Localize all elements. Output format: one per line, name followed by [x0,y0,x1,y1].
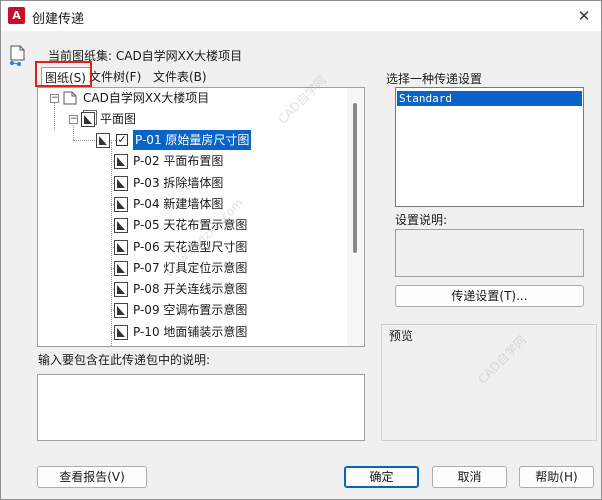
cancel-button[interactable]: 取消 [432,466,507,488]
sheet-icon [114,324,128,340]
sheet-set-icon [63,91,77,105]
tab-file-table[interactable]: 文件表(B) [153,67,207,88]
collapse-icon[interactable]: − [50,94,59,103]
sheet-row[interactable]: P-03 拆除墙体图 [38,173,348,194]
setup-description-label: 设置说明: [395,213,448,227]
sheet-label: P-08 开关连线示意图 [133,282,248,297]
sheet-icon [114,282,128,298]
tree-scrollbar[interactable] [347,88,364,346]
sheet-icon [114,303,128,319]
sheet-row[interactable]: P-07 灯具定位示意图 [38,258,348,279]
view-report-button[interactable]: 查看报告(V) [37,466,147,488]
transmittal-setups-button[interactable]: 传递设置(T)... [395,285,584,307]
dialog-title: 创建传递 [32,12,85,27]
sheet-icon [114,260,128,276]
sheet-icon [114,154,128,170]
scrollbar-thumb[interactable] [353,103,357,253]
sheet-label: P-01 原始量房尺寸图 [133,130,252,150]
transmittal-setup-label: 选择一种传递设置 [386,72,483,86]
sheet-row[interactable]: ✓ P-01 原始量房尺寸图 [38,130,348,151]
sheet-checkbox[interactable]: ✓ [116,134,128,146]
sheet-label: P-03 拆除墙体图 [133,175,224,190]
sheet-label: P-04 新建墙体图 [133,196,224,211]
sheet-label: P-06 天花造型尺寸图 [133,239,248,254]
subset-icon [81,112,95,127]
tree-group-label: 平面图 [100,112,137,126]
description-label: 输入要包含在此传递包中的说明: [38,353,211,367]
sheet-icon [114,175,128,191]
autocad-logo-icon: A [8,7,25,24]
sheet-label: P-02 平面布置图 [133,154,224,169]
tab-file-tree[interactable]: 文件树(F) [89,67,141,88]
sheet-label: P-05 天花布置示意图 [133,218,248,233]
close-button[interactable]: ✕ [573,5,595,27]
sheet-tree[interactable]: − CAD自学网XX大楼项目 − 平面图 ✓ P-01 原始量房尺寸图 P-02 平… [37,87,365,347]
help-button[interactable]: 帮助(H) [519,466,594,488]
sheet-label: P-07 灯具定位示意图 [133,260,248,275]
sheet-icon [114,218,128,234]
sheet-row[interactable]: P-10 地面铺装示意图 [38,322,348,343]
description-input[interactable] [37,374,365,441]
transmittal-setup-option[interactable]: Standard [397,91,582,106]
sheet-row[interactable]: P-06 天花造型尺寸图 [38,237,348,258]
transmittal-setup-list[interactable]: Standard [395,87,584,207]
create-transmittal-dialog: A 创建传递 ✕ 当前图纸集: CAD自学网XX大楼项目 图纸(S) 文件树(F… [0,0,602,500]
ok-button[interactable]: 确定 [344,466,419,488]
sheet-label: P-09 空调布置示意图 [133,303,248,318]
sheet-icon [114,239,128,255]
sheet-row[interactable]: P-05 天花布置示意图 [38,215,348,236]
title-bar: A 创建传递 ✕ [1,1,601,31]
sheet-set-icon [10,45,25,66]
collapse-icon[interactable]: − [69,115,78,124]
sheet-row[interactable]: P-02 平面布置图 [38,151,348,172]
tree-root-row[interactable]: − CAD自学网XX大楼项目 [38,88,338,109]
tree-group-row[interactable]: − 平面图 [38,109,338,130]
annotation-highlight-box [35,61,92,87]
preview-group [381,324,597,441]
sheet-icon [96,133,110,148]
sheet-row[interactable]: P-04 新建墙体图 [38,194,348,215]
sheet-row[interactable]: P-09 空调布置示意图 [38,300,348,321]
preview-label: 预览 [389,329,414,343]
sheet-label: P-10 地面铺装示意图 [133,324,248,339]
sheet-icon [114,196,128,212]
tree-root-label: CAD自学网XX大楼项目 [83,91,210,105]
sheet-row[interactable]: P-08 开关连线示意图 [38,279,348,300]
setup-description-box [395,229,584,277]
